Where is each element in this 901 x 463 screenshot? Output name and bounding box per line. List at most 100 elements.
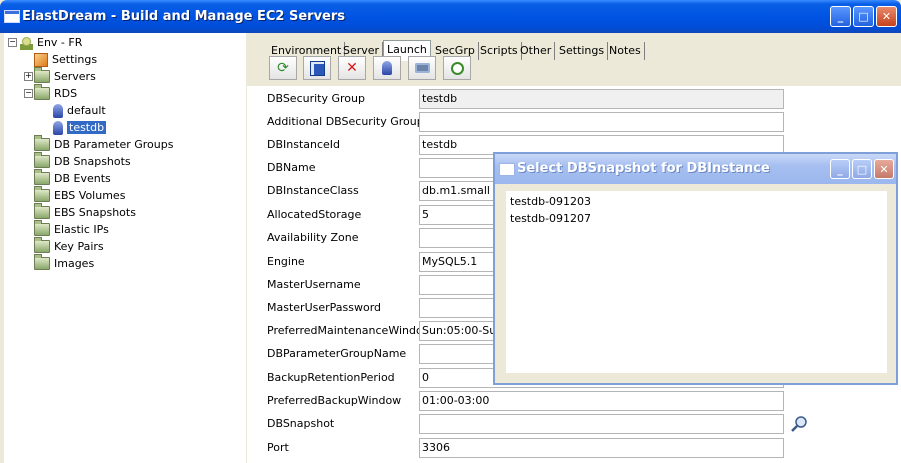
tree-label: DB Parameter Groups: [54, 138, 174, 151]
field-label: MasterUsername: [267, 278, 361, 291]
schedule-button[interactable]: [443, 56, 471, 80]
tree-item-db-events[interactable]: DB Events: [34, 168, 111, 187]
folder-icon: [34, 134, 50, 151]
tree-label: Key Pairs: [54, 240, 104, 253]
additional-dbsecurity-groups-field[interactable]: [419, 112, 784, 132]
field-label: DBParameterGroupName: [267, 347, 407, 360]
dialog-minimize-button[interactable]: _: [830, 159, 850, 179]
field-label: BackupRetentionPeriod: [267, 371, 395, 384]
field-label: Additional DBSecurity Groups: [267, 115, 430, 128]
tree-item-elastic-ips[interactable]: Elastic IPs: [34, 219, 109, 238]
environment-icon: [20, 36, 33, 50]
folder-icon: [34, 202, 50, 219]
dialog-maximize-button[interactable]: □: [852, 159, 872, 179]
tree-item-default[interactable]: default: [53, 103, 106, 119]
magnifier-icon: [791, 416, 807, 432]
tree-item-ebs-volumes[interactable]: EBS Volumes: [34, 185, 126, 204]
dialog-titlebar: Select DBSnapshot for DBInstance _ □ ✕: [495, 154, 896, 184]
list-item[interactable]: testdb-091203: [510, 194, 591, 210]
delete-button[interactable]: ✕: [338, 56, 366, 80]
collapse-toggle[interactable]: −: [8, 38, 17, 47]
folder-icon: [34, 253, 50, 270]
field-label: MasterUserPassword: [267, 301, 382, 314]
port-field[interactable]: 3306: [419, 438, 784, 458]
tree-item-key-pairs[interactable]: Key Pairs: [34, 236, 104, 255]
tree-item-servers[interactable]: Servers: [34, 66, 96, 85]
camera-icon: [414, 63, 430, 73]
snapshot-button[interactable]: [408, 56, 436, 80]
tab-other[interactable]: Other: [517, 42, 556, 60]
expand-toggle[interactable]: +: [24, 72, 33, 81]
launch-button[interactable]: [373, 56, 401, 80]
dbsecurity-group-field[interactable]: testdb: [419, 89, 784, 109]
navigation-tree: − Env - FR Settings + Servers − RDS defa…: [4, 33, 246, 463]
tree-label: default: [67, 104, 106, 117]
list-item[interactable]: testdb-091207: [510, 211, 591, 227]
window-titlebar: ElastDream - Build and Manage EC2 Server…: [0, 0, 901, 33]
tree-label: EBS Snapshots: [54, 206, 136, 219]
save-icon: [309, 60, 325, 76]
dialog-icon: [499, 163, 515, 176]
clock-icon: [450, 61, 464, 75]
maximize-button[interactable]: □: [853, 6, 874, 27]
minimize-button[interactable]: _: [830, 6, 851, 27]
close-button[interactable]: ✕: [876, 6, 897, 27]
launch-icon: [382, 61, 392, 75]
refresh-icon: ⟳: [277, 60, 289, 76]
field-label: Engine: [267, 255, 305, 268]
tree-item-ebs-snapshots[interactable]: EBS Snapshots: [34, 202, 136, 221]
tree-label: EBS Volumes: [54, 189, 126, 202]
tree-label: Images: [54, 257, 95, 270]
folder-icon: [34, 236, 50, 253]
tab-notes[interactable]: Notes: [606, 42, 645, 60]
field-label: DBSnapshot: [267, 417, 335, 430]
search-button[interactable]: [790, 415, 808, 433]
db-instance-icon: [53, 104, 63, 118]
field-label: AllocatedStorage: [267, 208, 362, 221]
tree-label: DB Snapshots: [54, 155, 131, 168]
tree-label: Elastic IPs: [54, 223, 109, 236]
folder-icon: [34, 219, 50, 236]
folder-icon: [34, 168, 50, 185]
snapshot-dialog: Select DBSnapshot for DBInstance _ □ ✕ t…: [493, 152, 898, 385]
dialog-title: Select DBSnapshot for DBInstance: [517, 161, 770, 176]
folder-icon: [34, 185, 50, 202]
dbsnapshot-field[interactable]: [419, 414, 784, 434]
preferredbackupwindow-field[interactable]: 01:00-03:00: [419, 391, 784, 411]
tree-label: testdb: [67, 121, 107, 134]
field-label: DBName: [267, 161, 316, 174]
tree-label: Settings: [52, 53, 98, 66]
tree-item-rds[interactable]: RDS: [34, 83, 78, 102]
settings-icon: [34, 53, 48, 67]
folder-icon: [34, 66, 50, 83]
tree-item-images[interactable]: Images: [34, 253, 95, 272]
refresh-button[interactable]: ⟳: [269, 56, 297, 80]
tree-root[interactable]: Env - FR: [20, 35, 82, 51]
tree-label: DB Events: [54, 172, 111, 185]
tree-label: RDS: [54, 87, 78, 100]
folder-icon: [34, 83, 50, 100]
tab-settings[interactable]: Settings: [556, 42, 609, 60]
field-label: PreferredMaintenanceWindow: [267, 324, 432, 337]
field-label: Port: [267, 441, 289, 454]
snapshot-list: testdb-091203 testdb-091207: [506, 191, 887, 373]
field-label: Availability Zone: [267, 231, 359, 244]
tree-item-testdb[interactable]: testdb: [53, 120, 107, 136]
collapse-toggle[interactable]: −: [24, 89, 33, 98]
save-button[interactable]: [303, 56, 331, 80]
field-label: DBInstanceId: [267, 138, 341, 151]
dialog-close-button[interactable]: ✕: [874, 159, 894, 179]
tree-item-db-snapshots[interactable]: DB Snapshots: [34, 151, 131, 170]
field-label: DBSecurity Group: [267, 92, 365, 105]
tree-label: Servers: [54, 70, 96, 83]
app-icon: [4, 10, 20, 23]
delete-icon: ✕: [346, 60, 358, 76]
field-label: PreferredBackupWindow: [267, 394, 402, 407]
window-title: ElastDream - Build and Manage EC2 Server…: [22, 9, 346, 24]
tree-item-db-parameter-groups[interactable]: DB Parameter Groups: [34, 134, 174, 153]
tab-scripts[interactable]: Scripts: [477, 42, 522, 60]
tree-label: Env - FR: [37, 36, 83, 49]
db-instance-icon: [53, 121, 63, 135]
folder-icon: [34, 151, 50, 168]
tree-item-settings[interactable]: Settings: [34, 52, 97, 68]
